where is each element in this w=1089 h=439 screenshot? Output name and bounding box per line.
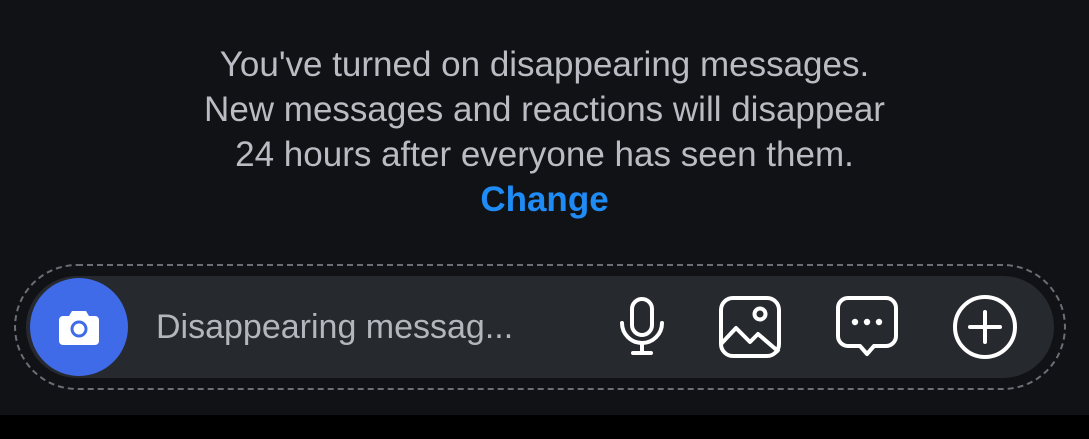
more-options-button[interactable] [952,294,1018,360]
microphone-icon [620,297,664,355]
change-link[interactable]: Change [480,177,608,222]
chat-bubble-icon [836,296,898,356]
bottom-bar [0,415,1089,439]
microphone-button[interactable] [609,294,675,360]
notice-line-1: You've turned on disappearing messages. [219,45,870,84]
disappearing-messages-notice: You've turned on disappearing messages. … [0,42,1089,222]
gallery-button[interactable] [717,294,783,360]
camera-icon [59,311,99,345]
camera-button[interactable] [30,278,128,376]
image-icon [719,296,781,358]
composer-field [26,276,1054,378]
sticker-button[interactable] [834,294,900,360]
notice-line-2: New messages and reactions will disappea… [204,90,885,129]
chat-screen: You've turned on disappearing messages. … [0,0,1089,415]
message-composer [14,264,1066,390]
plus-circle-icon [953,295,1017,359]
message-input[interactable] [156,301,576,353]
notice-line-3: 24 hours after everyone has seen them. [235,135,854,174]
